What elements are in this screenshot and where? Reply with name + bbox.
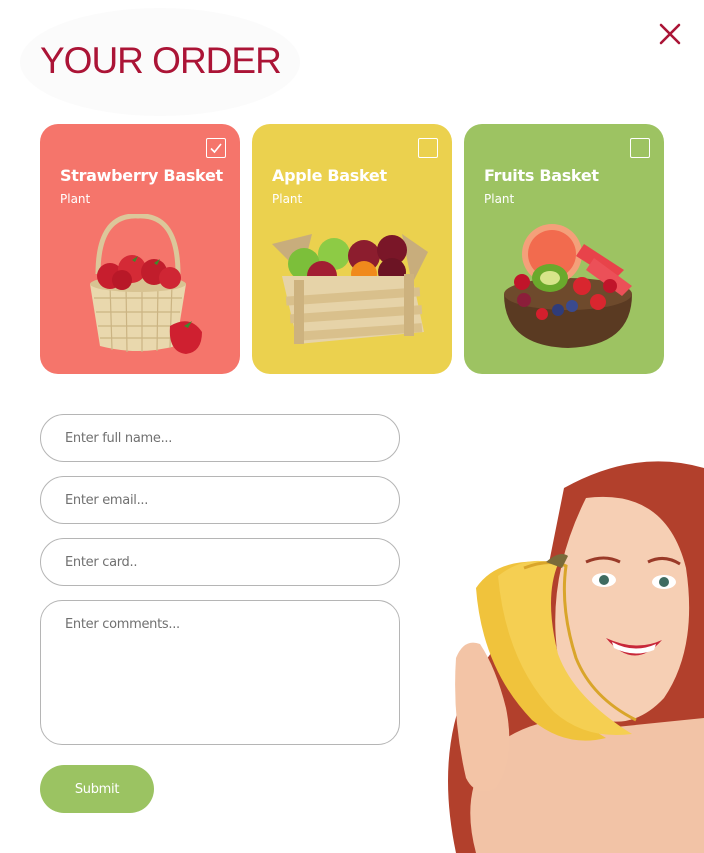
product-card-fruits[interactable]: Fruits Basket Plant [464, 124, 664, 374]
product-checkbox[interactable] [418, 138, 438, 158]
page-title: YOUR ORDER [40, 40, 282, 81]
card-input[interactable] [40, 538, 400, 586]
product-checkbox[interactable] [206, 138, 226, 158]
fruits-bowl-image [504, 224, 632, 348]
product-card-strawberry[interactable]: Strawberry Basket Plant [40, 124, 240, 374]
product-name: Fruits Basket [484, 166, 599, 185]
email-input[interactable] [40, 476, 400, 524]
checkmark-icon [210, 143, 222, 154]
product-category: Plant [484, 192, 515, 206]
strawberry-basket-image [90, 214, 202, 354]
comments-textarea[interactable] [40, 600, 400, 745]
apple-basket-image [272, 234, 428, 344]
woman-with-bananas-image [448, 461, 704, 853]
product-checkbox[interactable] [630, 138, 650, 158]
product-category: Plant [272, 192, 303, 206]
close-button[interactable] [656, 20, 684, 48]
close-icon [659, 23, 681, 45]
submit-button[interactable]: Submit [40, 765, 154, 813]
full-name-input[interactable] [40, 414, 400, 462]
product-card-apple[interactable]: Apple Basket Plant [252, 124, 452, 374]
product-name: Apple Basket [272, 166, 387, 185]
product-name: Strawberry Basket [60, 166, 223, 185]
product-category: Plant [60, 192, 91, 206]
